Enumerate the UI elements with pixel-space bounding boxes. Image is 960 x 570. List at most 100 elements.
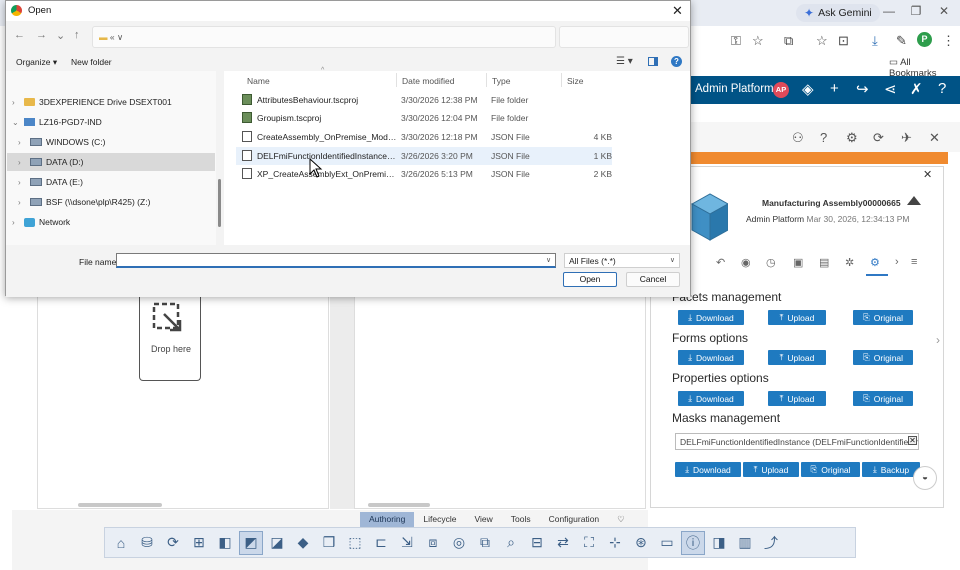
home-icon[interactable]: ⌂: [109, 531, 133, 555]
open-button[interactable]: Open: [563, 272, 617, 287]
pin-icon[interactable]: ✈: [901, 130, 912, 146]
search-input[interactable]: [559, 26, 689, 48]
relations-icon[interactable]: ✲: [845, 256, 854, 269]
measure-icon[interactable]: ⊏: [369, 531, 393, 555]
masks-backup-button[interactable]: ⤓ Backup: [862, 462, 920, 477]
column-divider[interactable]: [561, 73, 562, 87]
tab-search-icon[interactable]: ⊡: [838, 33, 849, 49]
chevron-down-icon[interactable]: ∨: [546, 256, 551, 264]
list-icon[interactable]: ≡: [911, 256, 917, 268]
assistant-icon[interactable]: ◒: [913, 466, 937, 490]
puzzle-icon[interactable]: ✎: [896, 33, 907, 49]
column-divider[interactable]: [396, 73, 397, 87]
chevron-right-icon[interactable]: ›: [18, 178, 26, 187]
nav-item-network[interactable]: › Network: [12, 213, 70, 231]
nav-item-this-pc[interactable]: ⌄ LZ16-PGD7-IND: [12, 113, 102, 131]
insert-icon[interactable]: ⇲: [395, 531, 419, 555]
back-arrow-icon[interactable]: ←: [14, 29, 25, 41]
view-options-icon[interactable]: ☰ ▾: [616, 56, 633, 67]
collapse-triangle-icon[interactable]: [907, 196, 921, 205]
file-row[interactable]: XP_CreateAssemblyExt_OnPremise_Modi... 3…: [236, 165, 612, 183]
clear-icon[interactable]: ✕: [908, 436, 917, 445]
properties-upload-button[interactable]: ⤒ Upload: [768, 391, 826, 406]
file-row[interactable]: DELFmiFunctionIdentifiedInstance_OnPre..…: [236, 147, 612, 165]
tab-lifecycle[interactable]: Lifecycle: [414, 512, 465, 527]
clock-icon[interactable]: ◷: [766, 256, 776, 269]
file-row[interactable]: Groupism.tscproj 3/30/2026 12:04 PM File…: [236, 109, 612, 127]
menu-kebab-icon[interactable]: ⋮: [942, 33, 955, 49]
panel-close-icon[interactable]: ✕: [929, 130, 940, 146]
chevron-right-icon[interactable]: ›: [12, 218, 20, 227]
download-icon[interactable]: ⤓: [872, 33, 878, 49]
database-icon[interactable]: ⛁: [135, 531, 159, 555]
nav-item-bsf-z[interactable]: › BSF (\\dsone\plp\R425) (Z:): [18, 193, 150, 211]
help-icon[interactable]: ?: [938, 80, 946, 97]
nav-scrollbar[interactable]: [218, 179, 221, 227]
forward-arrow-icon[interactable]: →: [36, 29, 47, 41]
question-icon[interactable]: ?: [820, 130, 827, 145]
column-divider[interactable]: [486, 73, 487, 87]
file-row[interactable]: AttributesBehaviour.tscproj 3/30/2026 12…: [236, 91, 612, 109]
chevron-right-icon[interactable]: ›: [18, 198, 26, 207]
recent-chevron-icon[interactable]: ⌄: [56, 29, 65, 42]
file-type-filter[interactable]: All Files (*.*) ∨: [564, 253, 680, 268]
column-name[interactable]: Name: [247, 76, 270, 86]
replace-icon[interactable]: ⧈: [421, 531, 445, 555]
ask-gemini-button[interactable]: ✦ Ask Gemini: [796, 4, 880, 22]
properties-original-button[interactable]: ⎘ Original: [853, 391, 913, 406]
column-type[interactable]: Type: [492, 76, 510, 86]
gear-tab-icon[interactable]: ⚙: [870, 256, 880, 269]
part-icon[interactable]: ◧: [213, 531, 237, 555]
facets-original-button[interactable]: ⎘ Original: [853, 310, 913, 325]
users-icon[interactable]: ⚇: [792, 130, 804, 146]
star-icon[interactable]: ☆: [816, 33, 828, 49]
masks-upload-button[interactable]: ⤒ Upload: [743, 462, 799, 477]
structure-icon[interactable]: ⊞: [187, 531, 211, 555]
user-avatar[interactable]: AP: [773, 82, 789, 98]
preview-pane-icon[interactable]: [648, 57, 658, 66]
export-icon[interactable]: ⤴: [759, 531, 783, 555]
panel-icon[interactable]: ◨: [707, 531, 731, 555]
chevron-down-icon[interactable]: ⌄: [12, 118, 20, 127]
bookmark-star-icon[interactable]: ☆: [752, 33, 764, 49]
nav-item-data-d[interactable]: › DATA (D:): [7, 153, 215, 171]
mask-select-field[interactable]: DELFmiFunctionIdentifiedInstance (DELFmi…: [675, 433, 919, 450]
network-share-icon[interactable]: ⋖: [884, 80, 897, 98]
extension-icon[interactable]: ⧉: [784, 33, 793, 49]
ruler-icon[interactable]: ▥: [733, 531, 757, 555]
tab-tools[interactable]: Tools: [502, 512, 540, 527]
chevron-right-icon[interactable]: ›: [12, 98, 20, 107]
favorite-heart-icon[interactable]: ♡: [608, 512, 634, 527]
masks-download-button[interactable]: ⤓ Download: [675, 462, 741, 477]
new-folder-button[interactable]: New folder: [71, 57, 112, 67]
refresh-icon[interactable]: ⟳: [873, 130, 884, 146]
nav-item-3dexperience-drive[interactable]: › 3DEXPERIENCE Drive DSEXT001: [12, 93, 172, 111]
right-scrollbar[interactable]: [368, 503, 430, 507]
network-icon[interactable]: ⛶: [577, 531, 601, 555]
tag-icon[interactable]: ◈: [802, 80, 814, 98]
up-arrow-icon[interactable]: ↑: [74, 29, 80, 41]
cube-group-icon[interactable]: ⬚: [343, 531, 367, 555]
reply-icon[interactable]: ↶: [716, 256, 725, 269]
chevron-right-icon[interactable]: ›: [895, 256, 899, 268]
file-name-input[interactable]: [116, 253, 556, 268]
minimize-icon[interactable]: —: [879, 4, 899, 18]
left-scrollbar[interactable]: [78, 503, 162, 507]
settings-icon[interactable]: ⚙: [846, 130, 858, 146]
restore-icon[interactable]: ❐: [906, 4, 926, 18]
stack-icon[interactable]: ❒: [317, 531, 341, 555]
facets-upload-button[interactable]: ⤒ Upload: [768, 310, 826, 325]
swap-icon[interactable]: ⇄: [551, 531, 575, 555]
help-icon[interactable]: ?: [671, 56, 682, 67]
connect-icon[interactable]: ⊛: [629, 531, 653, 555]
tab-authoring[interactable]: Authoring: [360, 512, 415, 527]
cancel-button[interactable]: Cancel: [626, 272, 680, 287]
eye-icon[interactable]: ◉: [741, 256, 751, 269]
assembly-menu-icon[interactable]: ◪: [265, 531, 289, 555]
tools-icon[interactable]: ✗: [910, 80, 923, 98]
address-bar[interactable]: ▬ « ∨: [92, 26, 556, 48]
properties-download-button[interactable]: ⤓ Download: [678, 391, 744, 406]
plus-icon[interactable]: +: [830, 80, 839, 97]
expand-arrow-icon[interactable]: ›: [936, 333, 940, 347]
layer-icon[interactable]: ◆: [291, 531, 315, 555]
